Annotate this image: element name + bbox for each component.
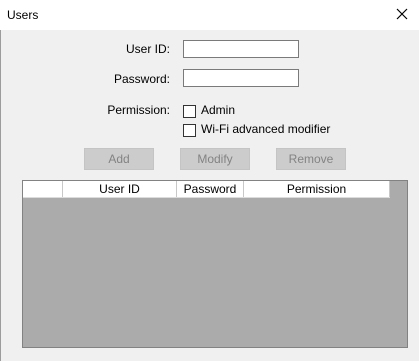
password-input[interactable]: [183, 69, 299, 87]
user-id-label: User ID:: [125, 42, 170, 56]
close-icon: [396, 8, 408, 20]
window-title: Users: [7, 8, 39, 22]
user-id-input[interactable]: [183, 40, 299, 58]
remove-button[interactable]: Remove: [276, 148, 346, 170]
permission-label: Permission:: [107, 103, 170, 117]
password-label: Password:: [113, 72, 170, 86]
wifi-advanced-modifier-label: Wi-Fi advanced modifier: [201, 122, 331, 136]
add-button[interactable]: Add: [84, 148, 154, 170]
table-header: User ID Password Permission: [23, 181, 390, 198]
admin-checkbox-label: Admin: [201, 103, 236, 117]
modify-button[interactable]: Modify: [180, 148, 250, 170]
column-header-user-id[interactable]: User ID: [63, 181, 177, 197]
column-header-selector[interactable]: [23, 181, 63, 197]
window-border: [0, 30, 1, 361]
users-table[interactable]: User ID Password Permission: [22, 180, 408, 348]
column-header-permission[interactable]: Permission: [244, 181, 390, 197]
title-bar: Users: [0, 0, 419, 30]
wifi-advanced-modifier-checkbox[interactable]: [183, 124, 196, 137]
column-header-password[interactable]: Password: [177, 181, 244, 197]
close-button[interactable]: [391, 3, 413, 25]
admin-checkbox[interactable]: [183, 105, 196, 118]
